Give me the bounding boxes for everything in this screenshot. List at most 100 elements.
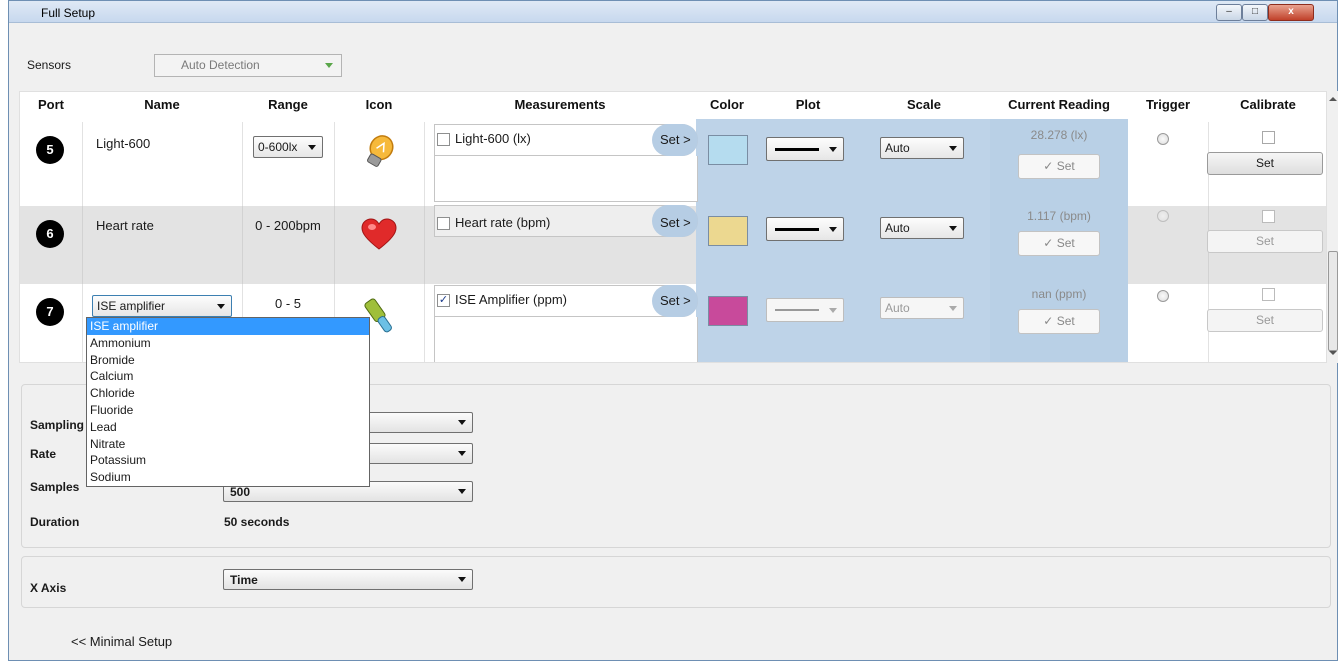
header-icon: Icon [365, 97, 393, 112]
rate-label: Rate [30, 447, 57, 461]
dropdown-option[interactable]: Lead [87, 419, 369, 436]
xaxis-label: X Axis [30, 581, 67, 595]
reading-set-button[interactable]: ✓ Set [1018, 231, 1100, 256]
scale-select[interactable]: Auto [880, 217, 964, 239]
dropdown-option[interactable]: Ammonium [87, 335, 369, 352]
check-icon: ✓ [1043, 314, 1054, 328]
header-port: Port [38, 97, 64, 112]
measurement-checkbox[interactable] [437, 217, 450, 230]
header-calibrate: Calibrate [1240, 97, 1296, 112]
reading-set-button[interactable]: ✓ Set [1018, 309, 1100, 334]
scale-value: Auto [885, 141, 910, 155]
measurement-set-button[interactable]: Set > [652, 124, 698, 156]
plot-style-select[interactable] [766, 217, 844, 241]
dropdown-option[interactable]: ISE amplifier [87, 318, 369, 335]
sensor-name-value: ISE amplifier [97, 299, 166, 313]
trigger-radio[interactable] [1157, 210, 1169, 222]
current-reading: 1.117 (bpm) [1027, 209, 1091, 223]
maximize-button[interactable]: □ [1242, 4, 1268, 21]
chevron-down-icon [308, 145, 316, 150]
dropdown-option[interactable]: Nitrate [87, 436, 369, 453]
sensor-name-select[interactable]: ISE amplifier [92, 295, 232, 317]
divider [424, 206, 425, 284]
dropdown-option[interactable]: Calcium [87, 368, 369, 385]
divider [424, 284, 425, 362]
divider [82, 206, 83, 284]
chevron-down-icon [458, 451, 466, 456]
line-style-icon [775, 309, 819, 311]
calibrate-checkbox[interactable] [1262, 131, 1275, 144]
current-reading: nan (ppm) [1031, 287, 1087, 301]
plot-style-select[interactable] [766, 137, 844, 161]
scale-value: Auto [885, 301, 910, 315]
close-button[interactable]: x [1268, 4, 1314, 21]
scale-select[interactable]: Auto [880, 297, 964, 319]
measurement-set-button[interactable]: Set > [652, 285, 698, 317]
xaxis-value: Time [230, 573, 258, 587]
measurement-box: Heart rate (bpm) Set > [434, 205, 698, 237]
reading-set-button[interactable]: ✓ Set [1018, 154, 1100, 179]
calibrate-set-button[interactable]: Set [1207, 309, 1323, 332]
measurement-checkbox[interactable] [437, 133, 450, 146]
sensor-name: Light-600 [96, 136, 151, 151]
chevron-down-icon [458, 420, 466, 425]
measurement-set-button[interactable]: Set > [652, 205, 698, 237]
color-swatch[interactable] [708, 296, 748, 326]
divider [334, 206, 335, 284]
duration-value: 50 seconds [224, 515, 290, 529]
divider [82, 284, 83, 362]
reading-set-label: Set [1056, 314, 1075, 328]
range-value: 0 - 200bpm [255, 218, 321, 233]
sensor-name: Heart rate [96, 218, 154, 233]
chevron-down-icon [829, 308, 837, 313]
measurement-checkbox[interactable]: ✓ [437, 294, 450, 307]
dropdown-option[interactable]: Bromide [87, 352, 369, 369]
table-row: 5 Light-600 0-600lx Light-600 (lx) Set > [20, 122, 1326, 206]
lightbulb-icon [367, 135, 394, 167]
sensor-mode-select[interactable]: Auto Detection [154, 54, 342, 77]
header-measurements: Measurements [514, 97, 606, 112]
color-swatch[interactable] [708, 216, 748, 246]
scale-select[interactable]: Auto [880, 137, 964, 159]
table-row: 6 Heart rate 0 - 200bpm Heart rate (bpm)… [20, 205, 1326, 284]
color-swatch[interactable] [708, 135, 748, 165]
dropdown-option[interactable]: Chloride [87, 385, 369, 402]
divider [334, 122, 335, 206]
port-badge: 5 [36, 136, 64, 164]
reading-set-label: Set [1056, 236, 1075, 250]
duration-label: Duration [30, 515, 80, 529]
reading-set-label: Set [1056, 159, 1075, 173]
calibrate-checkbox[interactable] [1262, 288, 1275, 301]
dropdown-option[interactable]: Potassium [87, 452, 369, 469]
divider [82, 122, 83, 206]
title-bar: Full Setup – □ x [9, 1, 1337, 23]
window-title: Full Setup [41, 6, 96, 20]
calibrate-set-button[interactable]: Set [1207, 230, 1323, 253]
trigger-radio[interactable] [1157, 133, 1169, 145]
measurement-label: ISE Amplifier (ppm) [455, 292, 567, 307]
header-scale: Scale [907, 97, 941, 112]
header-current-reading: Current Reading [1008, 97, 1110, 112]
table-scrollbar[interactable] [1327, 91, 1338, 363]
range-select[interactable]: 0-600lx [253, 136, 323, 158]
header-plot: Plot [795, 97, 821, 112]
line-style-icon [775, 228, 819, 231]
calibrate-checkbox[interactable] [1262, 210, 1275, 223]
sensor-name-dropdown[interactable]: ISE amplifier Ammonium Bromide Calcium C… [86, 317, 370, 487]
minimize-button[interactable]: – [1216, 4, 1242, 21]
plot-style-select[interactable] [766, 298, 844, 322]
line-style-icon [775, 148, 819, 151]
scroll-down-icon[interactable] [1329, 351, 1337, 355]
scroll-thumb[interactable] [1328, 251, 1338, 351]
heart-icon [361, 218, 397, 250]
dropdown-option[interactable]: Sodium [87, 469, 369, 486]
dropdown-option[interactable]: Fluoride [87, 402, 369, 419]
minimal-setup-link[interactable]: << Minimal Setup [71, 634, 172, 649]
trigger-radio[interactable] [1157, 290, 1169, 302]
calibrate-set-button[interactable]: Set [1207, 152, 1323, 175]
measurement-slot [434, 156, 698, 202]
current-reading: 28.278 (lx) [1030, 128, 1088, 142]
scroll-up-icon[interactable] [1329, 97, 1337, 101]
xaxis-select[interactable]: Time [223, 569, 473, 590]
sampling-label: Sampling [30, 418, 85, 432]
